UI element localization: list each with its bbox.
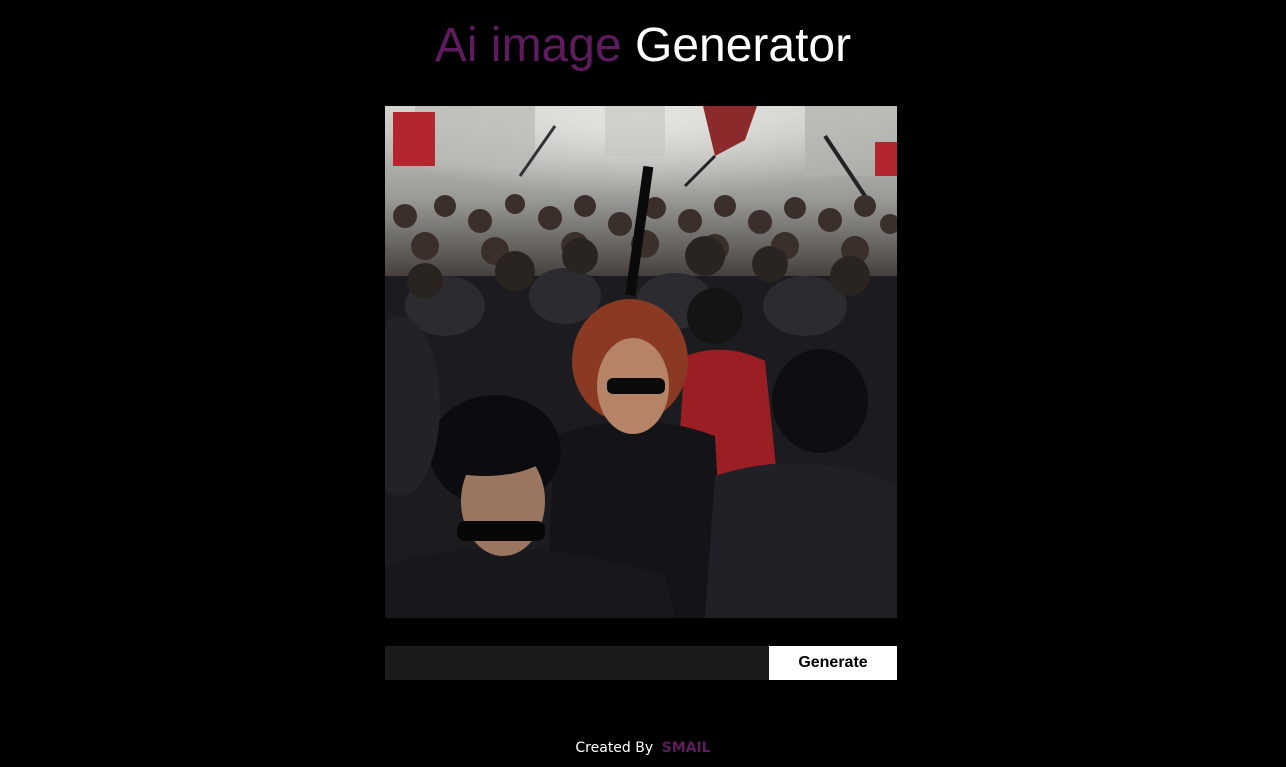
page-title-accent: Ai image <box>434 19 622 72</box>
page: Ai image Generator Generate Created By S… <box>0 0 1286 767</box>
prompt-input[interactable] <box>385 646 769 680</box>
page-title: Ai image Generator <box>0 18 1286 74</box>
generated-image <box>385 106 897 618</box>
page-title-main: Generator <box>634 19 852 72</box>
prompt-form: Generate <box>385 646 897 680</box>
footer: Created By SMAIL <box>0 739 1286 757</box>
footer-created-by-label: Created By <box>575 740 654 756</box>
generate-button[interactable]: Generate <box>769 646 897 680</box>
generated-image-illustration <box>385 106 897 618</box>
footer-author-link[interactable]: SMAIL <box>662 740 711 756</box>
